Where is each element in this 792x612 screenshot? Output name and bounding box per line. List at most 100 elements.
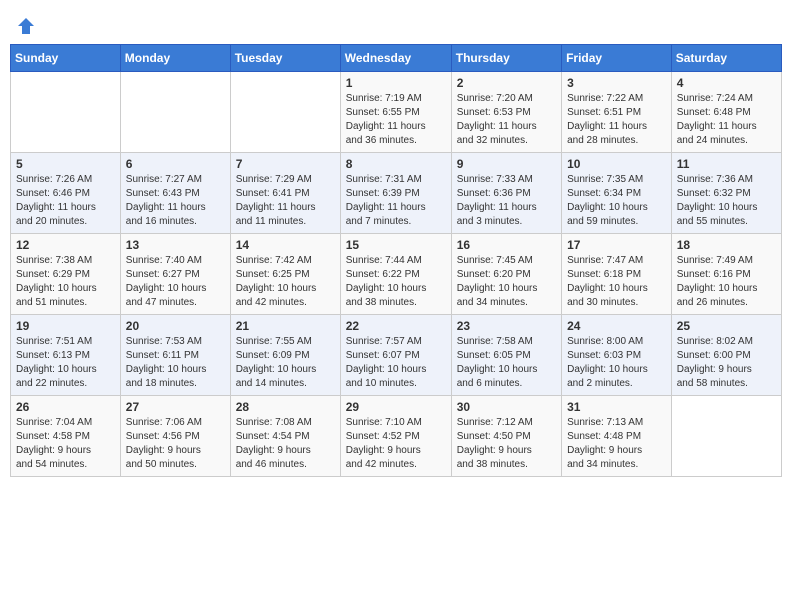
calendar-week-5: 26 Sunrise: 7:04 AM Sunset: 4:58 PM Dayli… (11, 396, 782, 477)
day-number: 1 (346, 76, 446, 90)
day-number: 15 (346, 238, 446, 252)
day-number: 17 (567, 238, 666, 252)
logo (14, 16, 36, 36)
day-info: Sunrise: 7:40 AM Sunset: 6:27 PM Dayligh… (126, 254, 225, 310)
calendar-cell: 17 Sunrise: 7:47 AM Sunset: 6:18 PM Dayli… (562, 234, 672, 315)
day-info: Sunrise: 7:47 AM Sunset: 6:18 PM Dayligh… (567, 254, 666, 310)
day-number: 20 (126, 319, 225, 333)
day-info: Sunrise: 7:12 AM Sunset: 4:50 PM Dayligh… (457, 416, 556, 472)
day-number: 26 (16, 400, 115, 414)
day-info: Sunrise: 7:19 AM Sunset: 6:55 PM Dayligh… (346, 92, 446, 148)
day-number: 6 (126, 157, 225, 171)
day-info: Sunrise: 7:49 AM Sunset: 6:16 PM Dayligh… (677, 254, 776, 310)
calendar-cell: 27 Sunrise: 7:06 AM Sunset: 4:56 PM Dayli… (120, 396, 230, 477)
day-number: 22 (346, 319, 446, 333)
calendar-cell: 9 Sunrise: 7:33 AM Sunset: 6:36 PM Daylig… (451, 153, 561, 234)
header (10, 10, 782, 36)
calendar-cell: 24 Sunrise: 8:00 AM Sunset: 6:03 PM Dayli… (562, 315, 672, 396)
day-number: 21 (236, 319, 335, 333)
day-info: Sunrise: 7:04 AM Sunset: 4:58 PM Dayligh… (16, 416, 115, 472)
logo-icon (16, 16, 36, 36)
day-info: Sunrise: 7:10 AM Sunset: 4:52 PM Dayligh… (346, 416, 446, 472)
calendar-cell: 23Sunrise: 7:58 AM Sunset: 6:05 PM Dayli… (451, 315, 561, 396)
day-number: 8 (346, 157, 446, 171)
calendar-cell: 16Sunrise: 7:45 AM Sunset: 6:20 PM Dayli… (451, 234, 561, 315)
calendar-header-sunday: Sunday (11, 45, 121, 72)
day-number: 24 (567, 319, 666, 333)
day-number: 14 (236, 238, 335, 252)
calendar-header-monday: Monday (120, 45, 230, 72)
calendar-cell: 14 Sunrise: 7:42 AM Sunset: 6:25 PM Dayli… (230, 234, 340, 315)
calendar-cell: 15 Sunrise: 7:44 AM Sunset: 6:22 PM Dayli… (340, 234, 451, 315)
day-number: 16 (457, 238, 556, 252)
day-number: 10 (567, 157, 666, 171)
day-info: Sunrise: 7:13 AM Sunset: 4:48 PM Dayligh… (567, 416, 666, 472)
day-number: 3 (567, 76, 666, 90)
calendar-cell: 11 Sunrise: 7:36 AM Sunset: 6:32 PM Dayli… (671, 153, 781, 234)
day-info: Sunrise: 7:35 AM Sunset: 6:34 PM Dayligh… (567, 173, 666, 229)
day-number: 2 (457, 76, 556, 90)
day-info: Sunrise: 7:08 AM Sunset: 4:54 PM Dayligh… (236, 416, 335, 472)
day-info: Sunrise: 7:53 AM Sunset: 6:11 PM Dayligh… (126, 335, 225, 391)
calendar-cell: 25Sunrise: 8:02 AM Sunset: 6:00 PM Dayli… (671, 315, 781, 396)
calendar-cell: 2 Sunrise: 7:20 AM Sunset: 6:53 PM Daylig… (451, 72, 561, 153)
calendar-cell: 8 Sunrise: 7:31 AM Sunset: 6:39 PM Daylig… (340, 153, 451, 234)
calendar-cell (120, 72, 230, 153)
calendar-cell: 19Sunrise: 7:51 AM Sunset: 6:13 PM Dayli… (11, 315, 121, 396)
day-number: 7 (236, 157, 335, 171)
calendar-header-thursday: Thursday (451, 45, 561, 72)
day-number: 12 (16, 238, 115, 252)
day-info: Sunrise: 7:42 AM Sunset: 6:25 PM Dayligh… (236, 254, 335, 310)
day-info: Sunrise: 7:20 AM Sunset: 6:53 PM Dayligh… (457, 92, 556, 148)
calendar-cell: 7Sunrise: 7:29 AM Sunset: 6:41 PM Daylig… (230, 153, 340, 234)
calendar-week-4: 19Sunrise: 7:51 AM Sunset: 6:13 PM Dayli… (11, 315, 782, 396)
calendar-week-1: 1 Sunrise: 7:19 AM Sunset: 6:55 PM Daylig… (11, 72, 782, 153)
day-info: Sunrise: 7:26 AM Sunset: 6:46 PM Dayligh… (16, 173, 115, 229)
day-info: Sunrise: 7:27 AM Sunset: 6:43 PM Dayligh… (126, 173, 225, 229)
day-info: Sunrise: 7:06 AM Sunset: 4:56 PM Dayligh… (126, 416, 225, 472)
calendar-cell: 12Sunrise: 7:38 AM Sunset: 6:29 PM Dayli… (11, 234, 121, 315)
day-number: 30 (457, 400, 556, 414)
calendar-header-friday: Friday (562, 45, 672, 72)
day-number: 4 (677, 76, 776, 90)
day-info: Sunrise: 8:00 AM Sunset: 6:03 PM Dayligh… (567, 335, 666, 391)
calendar-header-row: SundayMondayTuesdayWednesdayThursdayFrid… (11, 45, 782, 72)
day-number: 25 (677, 319, 776, 333)
calendar-cell: 30 Sunrise: 7:12 AM Sunset: 4:50 PM Dayli… (451, 396, 561, 477)
calendar-cell: 3 Sunrise: 7:22 AM Sunset: 6:51 PM Daylig… (562, 72, 672, 153)
calendar-cell: 20 Sunrise: 7:53 AM Sunset: 6:11 PM Dayli… (120, 315, 230, 396)
day-number: 18 (677, 238, 776, 252)
calendar-cell: 26 Sunrise: 7:04 AM Sunset: 4:58 PM Dayli… (11, 396, 121, 477)
day-number: 28 (236, 400, 335, 414)
calendar-cell: 6 Sunrise: 7:27 AM Sunset: 6:43 PM Daylig… (120, 153, 230, 234)
day-number: 19 (16, 319, 115, 333)
day-number: 27 (126, 400, 225, 414)
day-number: 31 (567, 400, 666, 414)
calendar-header-wednesday: Wednesday (340, 45, 451, 72)
day-info: Sunrise: 7:57 AM Sunset: 6:07 PM Dayligh… (346, 335, 446, 391)
calendar-cell (671, 396, 781, 477)
day-number: 5 (16, 157, 115, 171)
day-info: Sunrise: 7:24 AM Sunset: 6:48 PM Dayligh… (677, 92, 776, 148)
day-info: Sunrise: 7:33 AM Sunset: 6:36 PM Dayligh… (457, 173, 556, 229)
day-info: Sunrise: 7:22 AM Sunset: 6:51 PM Dayligh… (567, 92, 666, 148)
calendar-cell: 22 Sunrise: 7:57 AM Sunset: 6:07 PM Dayli… (340, 315, 451, 396)
day-number: 9 (457, 157, 556, 171)
calendar-week-3: 12Sunrise: 7:38 AM Sunset: 6:29 PM Dayli… (11, 234, 782, 315)
day-info: Sunrise: 7:58 AM Sunset: 6:05 PM Dayligh… (457, 335, 556, 391)
day-info: Sunrise: 7:36 AM Sunset: 6:32 PM Dayligh… (677, 173, 776, 229)
day-number: 11 (677, 157, 776, 171)
day-info: Sunrise: 7:44 AM Sunset: 6:22 PM Dayligh… (346, 254, 446, 310)
calendar: SundayMondayTuesdayWednesdayThursdayFrid… (10, 44, 782, 477)
calendar-cell: 4 Sunrise: 7:24 AM Sunset: 6:48 PM Daylig… (671, 72, 781, 153)
calendar-cell: 13 Sunrise: 7:40 AM Sunset: 6:27 PM Dayli… (120, 234, 230, 315)
day-number: 13 (126, 238, 225, 252)
day-number: 29 (346, 400, 446, 414)
calendar-cell: 21Sunrise: 7:55 AM Sunset: 6:09 PM Dayli… (230, 315, 340, 396)
calendar-cell: 5 Sunrise: 7:26 AM Sunset: 6:46 PM Daylig… (11, 153, 121, 234)
calendar-cell: 10 Sunrise: 7:35 AM Sunset: 6:34 PM Dayli… (562, 153, 672, 234)
calendar-cell: 1 Sunrise: 7:19 AM Sunset: 6:55 PM Daylig… (340, 72, 451, 153)
day-info: Sunrise: 7:31 AM Sunset: 6:39 PM Dayligh… (346, 173, 446, 229)
calendar-cell: 29 Sunrise: 7:10 AM Sunset: 4:52 PM Dayli… (340, 396, 451, 477)
calendar-week-2: 5 Sunrise: 7:26 AM Sunset: 6:46 PM Daylig… (11, 153, 782, 234)
